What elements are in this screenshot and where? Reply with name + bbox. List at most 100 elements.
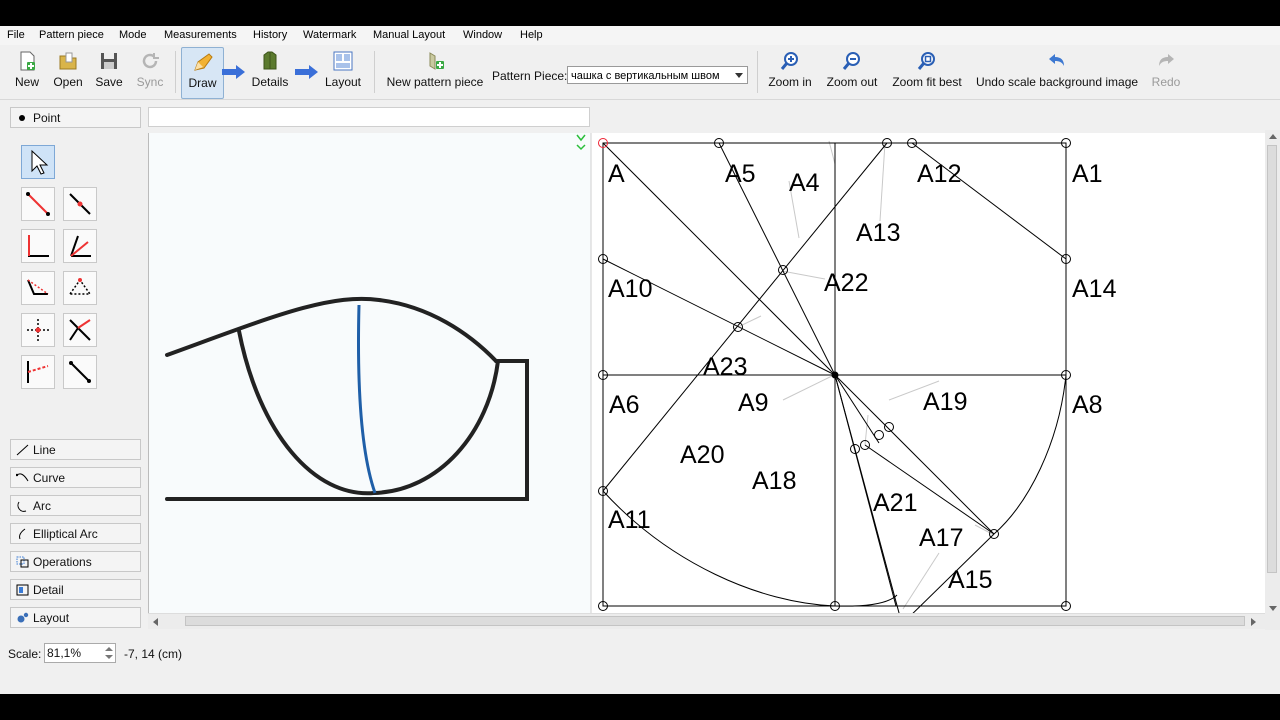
chevron-down-icon xyxy=(735,73,743,78)
undo-scale-background-button[interactable]: Undo scale background image xyxy=(974,47,1140,97)
point-label-a6: A6 xyxy=(609,391,640,419)
detail-icon xyxy=(16,584,29,596)
scroll-right-icon[interactable] xyxy=(1251,618,1257,626)
point-marker-a9 xyxy=(831,371,839,379)
save-button[interactable]: Save xyxy=(90,47,128,97)
right-angle-icon xyxy=(28,235,49,257)
point-tools-panel[interactable]: Point xyxy=(10,107,141,128)
cursor-arrow-icon xyxy=(31,149,49,175)
height-tool[interactable] xyxy=(21,313,55,347)
new-file-icon xyxy=(20,51,35,71)
point-of-contact-tool[interactable] xyxy=(21,355,55,389)
scale-value: 81,1% xyxy=(47,646,82,660)
new-pattern-piece-icon xyxy=(429,52,444,70)
new-pattern-piece-button[interactable]: New pattern piece xyxy=(385,47,485,97)
line-icon xyxy=(16,444,29,456)
triangle-tool[interactable] xyxy=(63,271,97,305)
point-marker-a19 xyxy=(884,422,894,432)
point-label-a4: A4 xyxy=(789,169,820,197)
pointer-tool[interactable] xyxy=(21,145,55,179)
layout-sheets-icon xyxy=(333,51,353,71)
line-a9-a21 xyxy=(834,374,880,444)
undo-arrow-icon xyxy=(1049,54,1064,66)
drawing-canvas[interactable]: A A1 A2 A3 A4 A5 A6 A7 A8 A9 A10 A11 A12… xyxy=(148,133,1266,620)
point-label-a: A xyxy=(608,160,625,188)
vertical-scroll-thumb[interactable] xyxy=(1267,145,1277,573)
menu-measurements[interactable]: Measurements xyxy=(164,29,237,41)
scroll-up-icon[interactable] xyxy=(1269,133,1277,139)
zoom-fit-best-button[interactable]: Zoom fit best xyxy=(889,47,965,97)
point-label-a14: A14 xyxy=(1072,275,1117,303)
draw-mode-button[interactable]: Draw xyxy=(181,47,224,99)
sync-button[interactable]: Sync xyxy=(131,47,169,97)
open-folder-icon xyxy=(59,52,77,70)
status-bar: Scale: 81,1% -7, 14 (cm) xyxy=(0,642,1280,668)
horizontal-scroll-thumb[interactable] xyxy=(185,616,1245,626)
layout-mode-button[interactable]: Layout xyxy=(322,47,364,97)
bisector-tool[interactable] xyxy=(63,229,97,263)
save-disk-icon xyxy=(101,53,117,69)
point-along-line-icon xyxy=(69,193,91,215)
toolbar-separator xyxy=(374,51,375,93)
point-label-a11: A11 xyxy=(608,506,651,534)
scroll-down-icon[interactable] xyxy=(1269,606,1277,612)
arc-tools-panel[interactable]: Arc xyxy=(10,495,141,516)
spin-arrows-icon[interactable] xyxy=(105,646,113,660)
point-label-a20: A20 xyxy=(680,441,724,469)
zoom-in-button[interactable]: Zoom in xyxy=(766,47,814,97)
new-button[interactable]: New xyxy=(8,47,46,97)
pattern-piece-label: Pattern Piece: xyxy=(492,69,568,83)
menu-pattern-piece[interactable]: Pattern piece xyxy=(39,29,104,41)
menu-window[interactable]: Window xyxy=(463,29,502,41)
menu-file[interactable]: File xyxy=(7,29,25,41)
vertical-scrollbar[interactable] xyxy=(1265,130,1280,630)
redo-button[interactable]: Redo xyxy=(1148,47,1184,97)
line-tool[interactable] xyxy=(63,355,97,389)
point-along-line-tool[interactable] xyxy=(63,187,97,221)
point-label-a9: A9 xyxy=(738,389,769,417)
operations-icon xyxy=(16,556,29,568)
zoom-out-button[interactable]: Zoom out xyxy=(824,47,880,97)
line-point-icon xyxy=(26,192,50,216)
menu-help[interactable]: Help xyxy=(520,29,543,41)
scroll-left-icon[interactable] xyxy=(152,618,158,626)
detail-tools-panel[interactable]: Detail xyxy=(10,579,141,600)
point-label-a17: A17 xyxy=(919,524,963,552)
scale-spinbox[interactable]: 81,1% xyxy=(44,643,116,663)
point-at-distance-tool[interactable] xyxy=(21,187,55,221)
line-intersect-tool[interactable] xyxy=(63,313,97,347)
details-garment-icon xyxy=(263,51,277,70)
layout-gear-icon xyxy=(17,612,29,623)
line-tools-panel[interactable]: Line xyxy=(10,439,141,460)
point-label-a21: A21 xyxy=(873,489,917,517)
height-icon xyxy=(27,319,49,341)
cursor-coordinates: -7, 14 (cm) xyxy=(124,647,183,661)
canvas-ruler xyxy=(148,107,590,127)
normal-tool[interactable] xyxy=(21,229,55,263)
point-label-a19: A19 xyxy=(923,388,967,416)
point-label-a8: A8 xyxy=(1072,391,1103,419)
pattern-point-labels: A A1 A2 A3 A4 A5 A6 A7 A8 A9 A10 A11 A12… xyxy=(608,160,1117,594)
layout-tools-panel[interactable]: Layout xyxy=(10,607,141,628)
shoulder-point-tool[interactable] xyxy=(21,271,55,305)
elliptical-arc-icon xyxy=(19,528,26,540)
curve-tools-panel[interactable]: Curve xyxy=(10,467,141,488)
details-mode-button[interactable]: Details xyxy=(249,47,291,97)
triangle-points-icon xyxy=(68,278,92,295)
open-button[interactable]: Open xyxy=(49,47,87,97)
sync-icon xyxy=(142,53,159,69)
cup-side-curve xyxy=(993,374,1067,535)
menu-mode[interactable]: Mode xyxy=(119,29,147,41)
horizontal-scrollbar[interactable] xyxy=(148,613,1265,629)
menu-watermark[interactable]: Watermark xyxy=(303,29,356,41)
menu-history[interactable]: History xyxy=(253,29,287,41)
toolbar-separator xyxy=(175,51,176,93)
pattern-piece-select[interactable]: чашка с вертикальным швом xyxy=(567,66,748,84)
pattern-drawing[interactable]: A A1 A2 A3 A4 A5 A6 A7 A8 A9 A10 A11 A12… xyxy=(149,133,1266,620)
point-label-a18: A18 xyxy=(752,467,796,495)
background-image-area xyxy=(149,133,591,620)
contact-point-icon xyxy=(27,361,49,383)
menu-manual-layout[interactable]: Manual Layout xyxy=(373,29,445,41)
operations-tools-panel[interactable]: Operations xyxy=(10,551,141,572)
elliptical-arc-tools-panel[interactable]: Elliptical Arc xyxy=(10,523,141,544)
